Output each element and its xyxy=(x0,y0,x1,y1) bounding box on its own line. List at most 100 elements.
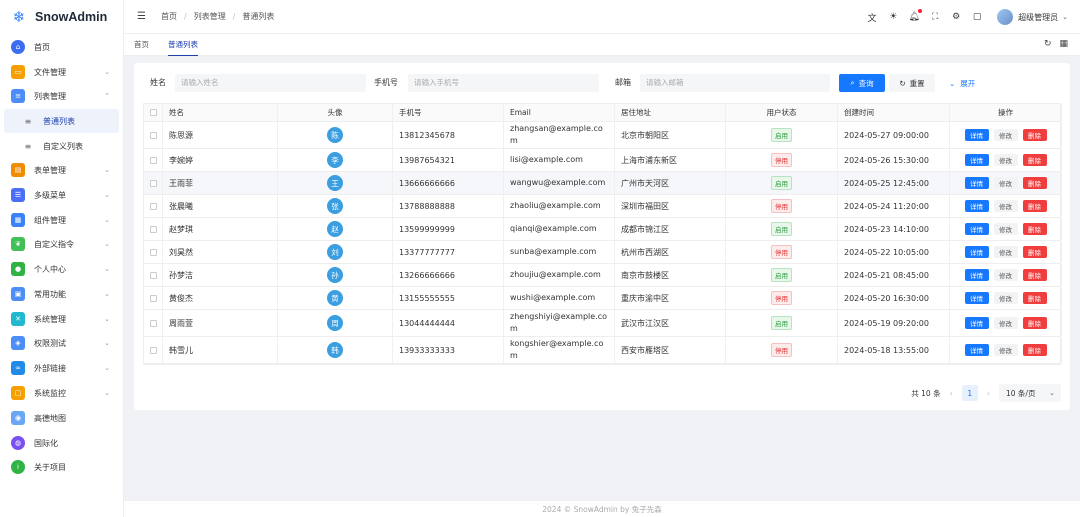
edit-button[interactable]: 修改 xyxy=(993,317,1018,329)
name-input[interactable]: 请输入姓名 xyxy=(175,74,366,92)
breadcrumb-item: 普通列表 xyxy=(242,12,275,21)
table-row[interactable]: 李婉婷 李 13987654321 lisi@example.com 上海市浦东新区 停用… xyxy=(144,149,1062,172)
table-row[interactable]: 张晨曦 张 13788888888 zhaoliu@example.com 深圳市福田区… xyxy=(144,195,1062,218)
reset-button[interactable]: ↻ 重置 xyxy=(889,74,935,92)
bell-icon[interactable]: 🔔︎ xyxy=(908,9,923,23)
edit-button[interactable]: 修改 xyxy=(993,200,1018,212)
sidebar-item[interactable]: ◉ 高德地图 xyxy=(0,406,124,430)
refresh-icon[interactable]: ↻ xyxy=(1044,39,1052,49)
expand-button[interactable]: ⌄ 展开 xyxy=(949,74,975,92)
sidebar-item[interactable]: ∞ 外部链接 ⌄ xyxy=(0,356,124,380)
edit-button[interactable]: 修改 xyxy=(993,344,1018,356)
sidebar-item-label: 系统监控 xyxy=(34,388,66,398)
grid-icon[interactable]: ▦ xyxy=(1059,39,1068,49)
detail-button[interactable]: 详情 xyxy=(964,292,989,304)
table-row[interactable]: 陈思源 陈 13812345678 zhangsan@example.com 北京市朝阳… xyxy=(144,122,1062,149)
delete-button[interactable]: 删除 xyxy=(1022,317,1047,329)
logo[interactable]: ❄ SnowAdmin xyxy=(0,0,123,34)
sidebar-item-label: 组件管理 xyxy=(34,215,66,225)
delete-button[interactable]: 删除 xyxy=(1022,200,1047,212)
edit-button[interactable]: 修改 xyxy=(993,292,1018,304)
translate-icon[interactable]: 文 xyxy=(866,11,878,24)
edit-button[interactable]: 修改 xyxy=(993,246,1018,258)
detail-button[interactable]: 详情 xyxy=(964,129,989,141)
delete-button[interactable]: 删除 xyxy=(1022,154,1047,166)
prev-page-icon[interactable]: ‹ xyxy=(950,389,953,398)
delete-button[interactable]: 删除 xyxy=(1022,246,1047,258)
tab-normal-list[interactable]: 普通列表 xyxy=(168,34,198,56)
table-row[interactable]: 韩雪儿 韩 13933333333 kongshier@example.com 西安市雁… xyxy=(144,337,1062,364)
delete-button[interactable]: 删除 xyxy=(1022,129,1047,141)
sidebar-item[interactable]: ▢ 系统监控 ⌄ xyxy=(0,381,124,405)
gear-icon[interactable]: ⚙ xyxy=(950,11,962,23)
sidebar-item[interactable]: ▤ 表单管理 ⌄ xyxy=(0,158,124,182)
sidebar-item[interactable]: ◍ 国际化 xyxy=(0,431,124,455)
row-checkbox[interactable] xyxy=(149,179,157,187)
phone-input[interactable]: 请输入手机号 xyxy=(408,74,599,92)
edit-button[interactable]: 修改 xyxy=(993,154,1018,166)
delete-button[interactable]: 删除 xyxy=(1022,177,1047,189)
sidebar-item[interactable]: ☰ 多级菜单 ⌄ xyxy=(0,183,124,207)
sidebar-item[interactable]: ◈ 权限测试 ⌄ xyxy=(0,331,124,355)
sidebar-item[interactable]: i 关于项目 xyxy=(0,455,124,479)
chevron-down-icon[interactable]: ⌄ xyxy=(1062,13,1068,21)
avatar[interactable] xyxy=(997,9,1014,25)
detail-button[interactable]: 详情 xyxy=(964,200,989,212)
table-row[interactable]: 王雨菲 王 13666666666 wangwu@example.com 广州市天河区 启… xyxy=(144,172,1062,195)
row-checkbox[interactable] xyxy=(149,131,157,139)
edit-button[interactable]: 修改 xyxy=(993,129,1018,141)
delete-button[interactable]: 删除 xyxy=(1022,223,1047,235)
menu-toggle-icon[interactable]: ☰ xyxy=(137,11,149,22)
sidebar-item[interactable]: ● 个人中心 ⌄ xyxy=(0,257,124,281)
delete-button[interactable]: 删除 xyxy=(1022,344,1047,356)
breadcrumb-item[interactable]: 列表管理 xyxy=(194,11,226,22)
edit-button[interactable]: 修改 xyxy=(993,177,1018,189)
table-row[interactable]: 周雨萱 周 13044444444 zhengshiyi@example.com 武汉市… xyxy=(144,310,1062,337)
shirt-icon[interactable]: ▢ xyxy=(971,11,983,23)
sidebar-item[interactable]: ▭ 文件管理 ⌄ xyxy=(0,60,124,84)
row-checkbox[interactable] xyxy=(149,294,157,302)
detail-button[interactable]: 详情 xyxy=(964,223,989,235)
sidebar-item[interactable]: ▦ 组件管理 ⌄ xyxy=(0,208,124,232)
breadcrumb-item[interactable]: 首页 xyxy=(161,11,177,22)
fullscreen-icon[interactable]: ⛶ xyxy=(929,11,941,23)
sun-icon[interactable]: ☀ xyxy=(887,11,899,23)
delete-button[interactable]: 删除 xyxy=(1022,292,1047,304)
select-all-checkbox[interactable] xyxy=(149,109,157,116)
row-checkbox[interactable] xyxy=(149,202,157,210)
page-size-select[interactable]: 10 条/页 ⌄ xyxy=(999,384,1061,402)
tab-home[interactable]: 首页 xyxy=(134,34,149,56)
sidebar-item[interactable]: ⌂ 首页 xyxy=(0,35,124,59)
row-checkbox[interactable] xyxy=(149,271,157,279)
sidebar-item[interactable]: ≡ 自定义列表 xyxy=(0,134,124,158)
detail-button[interactable]: 详情 xyxy=(964,154,989,166)
table-row[interactable]: 刘昊然 刘 13377777777 sunba@example.com 杭州市西湖区 停用… xyxy=(144,241,1062,264)
query-button[interactable]: ⌕ 查询 xyxy=(839,74,885,92)
user-name[interactable]: 超级管理员 xyxy=(1018,12,1058,23)
delete-button[interactable]: 删除 xyxy=(1022,269,1047,281)
edit-button[interactable]: 修改 xyxy=(993,223,1018,235)
email-input[interactable]: 请输入邮箱 xyxy=(640,74,830,92)
row-checkbox[interactable] xyxy=(149,225,157,233)
detail-button[interactable]: 详情 xyxy=(964,269,989,281)
row-checkbox[interactable] xyxy=(149,346,157,354)
row-checkbox[interactable] xyxy=(149,156,157,164)
detail-button[interactable]: 详情 xyxy=(964,344,989,356)
row-checkbox[interactable] xyxy=(149,319,157,327)
table-row[interactable]: 黄俊杰 黄 13155555555 wushi@example.com 重庆市渝中区 停用… xyxy=(144,287,1062,310)
detail-button[interactable]: 详情 xyxy=(964,177,989,189)
table-row[interactable]: 赵梦琪 赵 13599999999 qianqi@example.com 成都市锦江区 启… xyxy=(144,218,1062,241)
row-checkbox[interactable] xyxy=(149,248,157,256)
next-page-icon[interactable]: › xyxy=(987,389,990,398)
edit-button[interactable]: 修改 xyxy=(993,269,1018,281)
sidebar-item[interactable]: ❦ 自定义指令 ⌄ xyxy=(0,232,124,256)
sidebar-item[interactable]: ≡ 列表管理 ⌃ xyxy=(0,84,124,108)
table-row[interactable]: 孙梦洁 孙 13266666666 zhoujiu@example.com 南京市鼓楼区… xyxy=(144,264,1062,287)
sidebar-item[interactable]: ▣ 常用功能 ⌄ xyxy=(0,282,124,306)
detail-button[interactable]: 详情 xyxy=(964,317,989,329)
detail-button[interactable]: 详情 xyxy=(964,246,989,258)
sidebar-item[interactable]: ✕ 系统管理 ⌄ xyxy=(0,307,124,331)
email-address: zhangsan@example.com xyxy=(510,124,603,145)
sidebar-item[interactable]: ≡ 普通列表 xyxy=(4,109,119,133)
page-number[interactable]: 1 xyxy=(961,385,978,401)
